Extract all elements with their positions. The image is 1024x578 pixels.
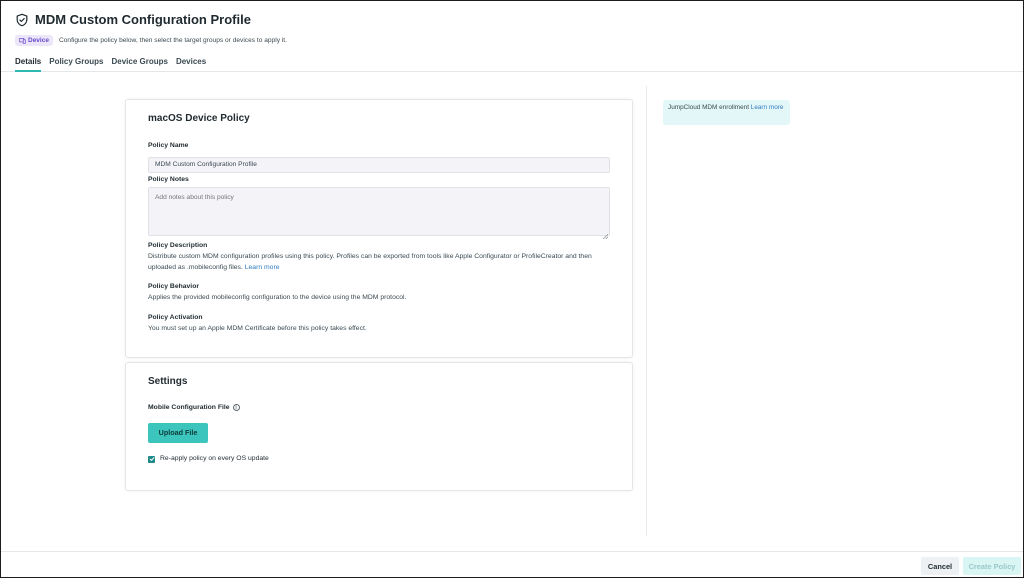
reapply-label: Re-apply policy on every OS update bbox=[160, 455, 269, 462]
reapply-checkbox[interactable] bbox=[148, 455, 155, 463]
settings-heading: Settings bbox=[148, 376, 188, 387]
device-badge: Device bbox=[15, 35, 53, 46]
tab-devices[interactable]: Devices bbox=[176, 54, 206, 72]
policy-card-heading: macOS Device Policy bbox=[148, 113, 250, 124]
badge-label: Device bbox=[28, 37, 49, 44]
info-box-text: JumpCloud MDM enrollment bbox=[668, 104, 749, 111]
mobile-config-file-label: Mobile Configuration File bbox=[148, 404, 230, 411]
page-title: MDM Custom Configuration Profile bbox=[35, 12, 251, 27]
mobile-config-file-row: Mobile Configuration File i bbox=[148, 404, 610, 411]
policy-activation-text: You must set up an Apple MDM Certificate… bbox=[148, 325, 367, 332]
page-subtitle: Configure the policy below, then select … bbox=[58, 37, 287, 44]
policy-name-label: Policy Name bbox=[148, 142, 189, 149]
tab-policy-groups[interactable]: Policy Groups bbox=[49, 54, 103, 72]
tab-details[interactable]: Details bbox=[15, 54, 42, 72]
resize-grip-icon[interactable] bbox=[603, 234, 608, 239]
info-icon[interactable]: i bbox=[232, 404, 240, 411]
policy-name-input[interactable] bbox=[148, 156, 610, 173]
app-window: MDM Custom Configuration Profile Device … bbox=[0, 0, 1024, 578]
upload-wrapper: Upload File bbox=[148, 422, 610, 443]
title-row: MDM Custom Configuration Profile bbox=[15, 12, 1009, 27]
upload-file-button[interactable]: Upload File bbox=[148, 422, 208, 443]
policy-name-wrapper bbox=[148, 153, 610, 173]
learn-more-link[interactable]: Learn more bbox=[245, 264, 280, 271]
footer: Cancel Create Policy bbox=[1, 551, 1023, 577]
check-icon bbox=[149, 457, 154, 462]
page-header: MDM Custom Configuration Profile Device … bbox=[15, 12, 1009, 46]
cancel-button[interactable]: Cancel bbox=[921, 557, 959, 575]
policy-notes-label: Policy Notes bbox=[148, 176, 189, 183]
info-box-learn-more-link[interactable]: Learn more bbox=[751, 104, 784, 111]
policy-description-text: Distribute custom MDM configuration prof… bbox=[148, 252, 612, 273]
policy-notes-wrapper bbox=[148, 187, 610, 241]
shield-icon bbox=[15, 13, 29, 27]
mdm-info-box: JumpCloud MDM enrollment Learn more bbox=[663, 100, 790, 125]
settings-card: Settings Mobile Configuration File i Upl… bbox=[125, 362, 633, 491]
policy-card: macOS Device Policy Policy Name Policy N… bbox=[125, 99, 633, 358]
rail-divider bbox=[646, 86, 647, 536]
policy-behavior-text: Applies the provided mobileconfig config… bbox=[148, 294, 407, 301]
policy-description-label: Policy Description bbox=[148, 242, 208, 249]
create-policy-button[interactable]: Create Policy bbox=[963, 557, 1021, 575]
policy-behavior-label: Policy Behavior bbox=[148, 283, 199, 290]
device-icon bbox=[19, 37, 26, 44]
tab-device-groups[interactable]: Device Groups bbox=[111, 54, 167, 72]
policy-activation-label: Policy Activation bbox=[148, 314, 203, 321]
subtitle-row: Device Configure the policy below, then … bbox=[15, 35, 1009, 46]
reapply-row: Re-apply policy on every OS update bbox=[148, 454, 610, 465]
policy-description-body: Distribute custom MDM configuration prof… bbox=[148, 253, 592, 271]
policy-notes-textarea[interactable] bbox=[148, 187, 610, 236]
tab-bar: Details Policy Groups Device Groups Devi… bbox=[1, 54, 1023, 72]
